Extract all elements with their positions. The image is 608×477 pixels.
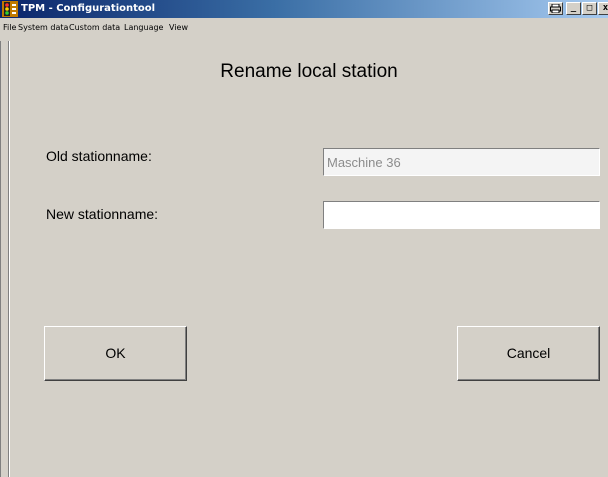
panel-edge-highlight: [9, 41, 10, 477]
dialog-panel: [0, 41, 608, 477]
window-title: TPM - Configurationtool: [21, 3, 156, 14]
ok-button[interactable]: OK: [44, 326, 187, 381]
minimize-button[interactable]: _: [566, 2, 581, 15]
menu-language[interactable]: Language: [124, 22, 163, 33]
old-stationname-label: Old stationname:: [46, 148, 152, 164]
app-window: TPM - Configurationtool _ □ x File Syste…: [0, 0, 608, 477]
maximize-button[interactable]: □: [582, 2, 597, 15]
page-title: Rename local station: [220, 61, 398, 82]
menu-bar: File System data Custom data Language Vi…: [0, 18, 608, 41]
printer-icon: [550, 3, 561, 14]
title-bar[interactable]: TPM - Configurationtool _ □ x: [0, 0, 608, 18]
traffic-light-app-icon: [2, 1, 18, 17]
new-stationname-label: New stationname:: [46, 206, 159, 222]
print-button[interactable]: [548, 2, 563, 15]
menu-system-data[interactable]: System data: [18, 22, 68, 33]
new-stationname-field[interactable]: [323, 201, 600, 229]
close-button[interactable]: x: [598, 2, 608, 15]
cancel-button[interactable]: Cancel: [457, 326, 600, 381]
menu-file[interactable]: File: [3, 22, 16, 33]
menu-custom-data[interactable]: Custom data: [69, 22, 120, 33]
menu-view[interactable]: View: [169, 22, 188, 33]
old-stationname-field: [323, 148, 600, 176]
